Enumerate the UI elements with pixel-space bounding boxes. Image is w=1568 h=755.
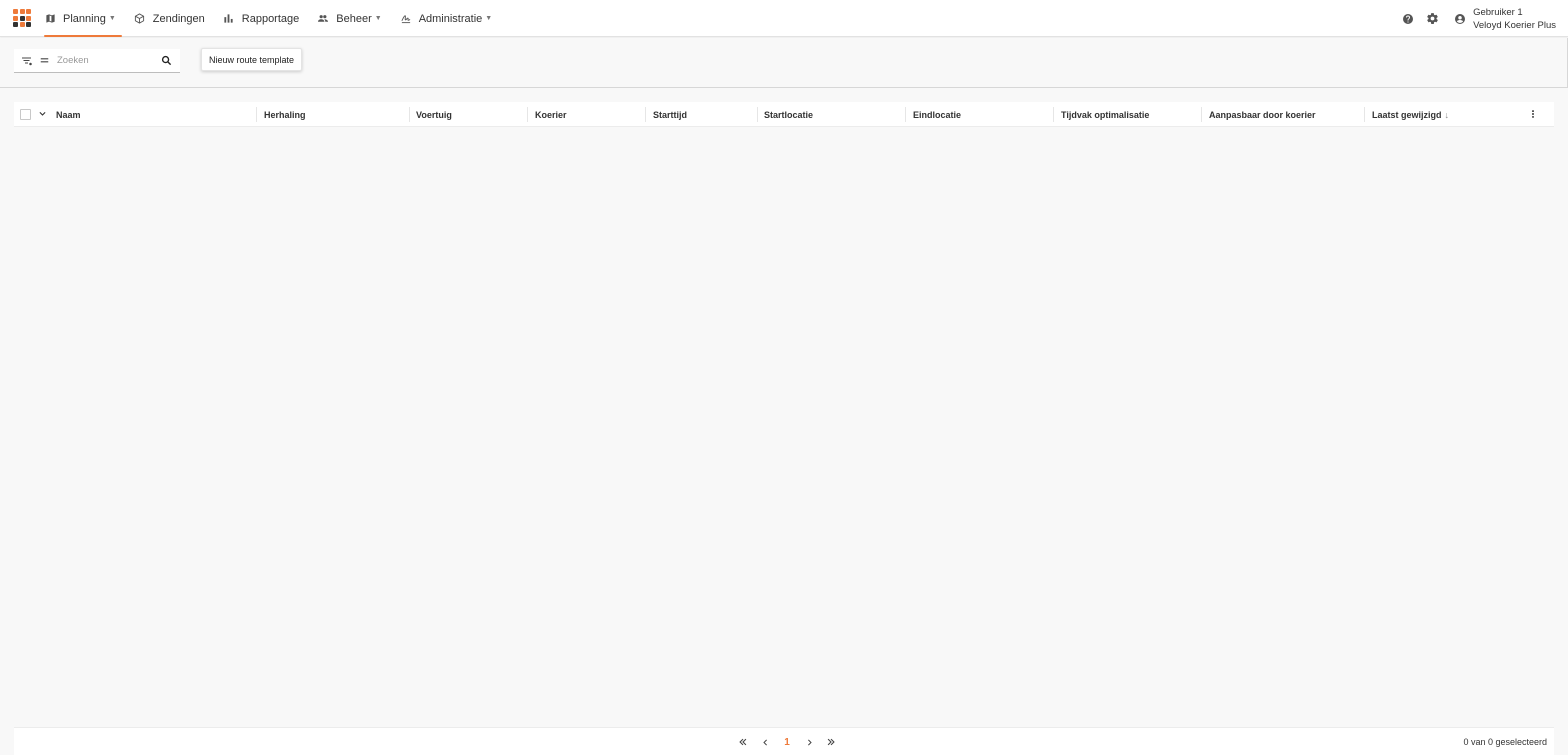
user-menu[interactable]: Gebruiker 1 Veloyd Koerier Plus [1453, 6, 1556, 32]
main-navigation: Planning ▼ Zendingen Rapportage Beheer ▼ [44, 0, 510, 37]
page-toolbar: Nieuw route template [0, 38, 1568, 88]
select-all-checkbox[interactable] [20, 109, 31, 120]
nav-item-zendingen[interactable]: Zendingen [134, 0, 211, 37]
nav-item-rapportage[interactable]: Rapportage [223, 0, 306, 37]
help-icon[interactable] [1401, 12, 1415, 26]
column-header-label: Startlocatie [764, 109, 814, 120]
column-divider[interactable] [1364, 107, 1365, 122]
column-divider[interactable] [256, 107, 257, 122]
nav-item-label: Rapportage [241, 12, 300, 25]
column-header-voertuig[interactable]: Voertuig [416, 102, 452, 127]
logo-tile [19, 9, 25, 14]
column-header-label: Laatst gewijzigd [1372, 109, 1442, 120]
caret-down-icon: ▼ [108, 15, 116, 22]
column-divider[interactable] [757, 107, 758, 122]
nav-item-planning[interactable]: Planning ▼ [44, 0, 122, 37]
logo-tile [13, 9, 18, 14]
column-header-label: Koerier [535, 109, 567, 120]
column-header-herhaling[interactable]: Herhaling [264, 102, 306, 127]
sort-descending-icon: ↓ [1444, 109, 1450, 120]
column-divider[interactable] [527, 107, 528, 122]
selected-count: 0 van 0 geselecteerd [1463, 737, 1547, 747]
column-divider[interactable] [645, 107, 646, 122]
account-circle-icon [1453, 12, 1467, 26]
column-header-label: Herhaling [264, 109, 306, 120]
table-footer: 1 0 van 0 geselecteerd [14, 727, 1554, 755]
group-icon [317, 13, 329, 25]
user-organization: Veloyd Koerier Plus [1473, 19, 1556, 31]
table-header: Naam Herhaling Voertuig Koerier Starttij… [14, 102, 1554, 127]
select-options-cell [38, 102, 47, 127]
column-header-label: Aanpasbaar door koerier [1209, 109, 1316, 120]
caret-down-icon: ▼ [374, 15, 382, 22]
bar-chart-icon [223, 13, 235, 25]
search-bar [14, 49, 180, 73]
column-divider[interactable] [905, 107, 906, 122]
logo-tile [13, 15, 18, 21]
nav-item-label: Planning [63, 12, 106, 25]
logo-tile [19, 22, 25, 27]
nav-item-beheer[interactable]: Beheer ▼ [317, 0, 387, 37]
search-input[interactable] [57, 55, 153, 66]
column-header-label: Eindlocatie [913, 109, 962, 120]
previous-page-icon[interactable] [754, 731, 776, 753]
next-page-icon[interactable] [798, 731, 820, 753]
column-header-label: Tijdvak optimalisatie [1061, 109, 1150, 120]
package-icon [134, 13, 146, 25]
caret-down-icon: ▼ [485, 15, 493, 22]
column-header-starttijd[interactable]: Starttijd [653, 102, 687, 127]
column-menu-cell [1528, 102, 1538, 127]
column-header-naam[interactable]: Naam [56, 102, 81, 127]
new-route-template-button[interactable]: Nieuw route template [201, 48, 303, 71]
nav-item-label: Beheer [336, 12, 372, 25]
top-navigation-bar: Planning ▼ Zendingen Rapportage Beheer ▼ [0, 0, 1568, 37]
column-header-label: Naam [56, 109, 81, 120]
equals-icon[interactable] [40, 56, 50, 66]
chevron-down-icon[interactable] [38, 109, 47, 120]
column-divider[interactable] [1053, 107, 1054, 122]
column-divider[interactable] [1201, 107, 1202, 122]
more-vertical-icon[interactable] [1528, 109, 1538, 121]
column-header-laatst-gewijzigd[interactable]: Laatst gewijzigd ↓ [1372, 102, 1449, 127]
column-header-label: Starttijd [653, 109, 688, 120]
map-icon [44, 13, 56, 25]
column-header-eindlocatie[interactable]: Eindlocatie [913, 102, 961, 127]
column-header-koerier[interactable]: Koerier [535, 102, 567, 127]
select-all-checkbox-cell [20, 102, 31, 127]
logo-tile [26, 22, 31, 27]
logo-tile [13, 22, 18, 27]
pagination: 1 [732, 728, 842, 755]
nav-item-label: Zendingen [152, 12, 205, 25]
logo-tile [26, 15, 31, 21]
user-name: Gebruiker 1 [1473, 6, 1523, 18]
column-header-aanpasbaar-door-koerier[interactable]: Aanpasbaar door koerier [1209, 102, 1316, 127]
user-info: Gebruiker 1 Veloyd Koerier Plus [1473, 6, 1556, 32]
column-header-startlocatie[interactable]: Startlocatie [764, 102, 813, 127]
column-header-tijdvak-optimalisatie[interactable]: Tijdvak optimalisatie [1061, 102, 1149, 127]
nav-item-label: Administratie [418, 12, 483, 25]
logo-tile [19, 15, 25, 21]
nav-item-administratie[interactable]: Administratie ▼ [400, 0, 499, 37]
filter-list-icon[interactable] [21, 55, 33, 67]
top-right-actions: Gebruiker 1 Veloyd Koerier Plus [1391, 0, 1556, 37]
app-launcher-icon[interactable] [13, 9, 31, 27]
column-divider[interactable] [409, 107, 410, 122]
signature-icon [400, 13, 412, 25]
search-icon[interactable] [161, 55, 172, 66]
last-page-icon[interactable] [820, 731, 842, 753]
column-header-label: Voertuig [416, 109, 452, 120]
page-number-current[interactable]: 1 [776, 731, 798, 753]
first-page-icon[interactable] [732, 731, 754, 753]
logo-tile [26, 9, 31, 14]
gear-icon[interactable] [1425, 12, 1439, 26]
